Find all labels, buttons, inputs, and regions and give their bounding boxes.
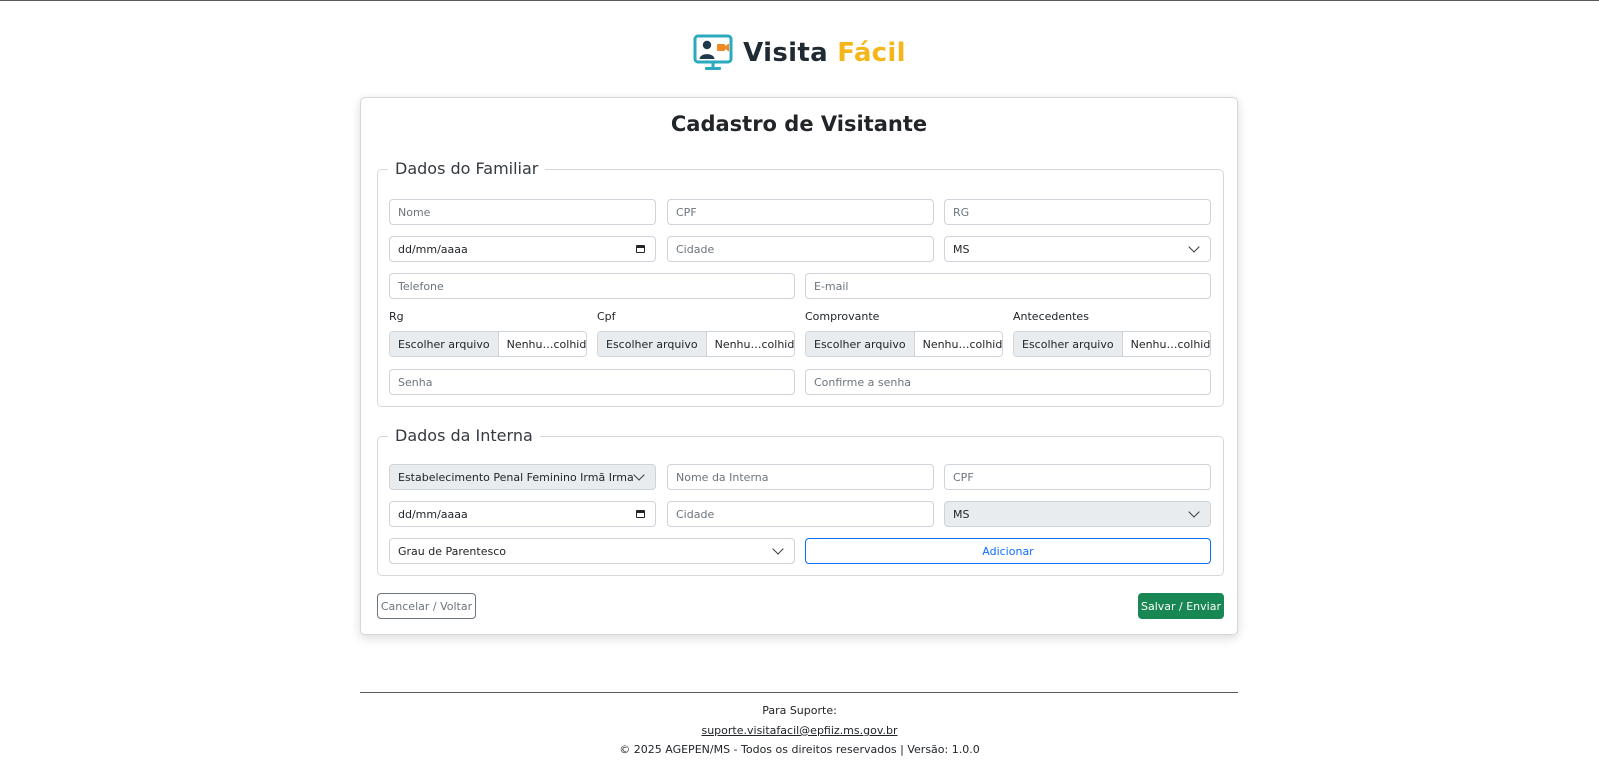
register-card: Cadastro de Visitante Dados do Familiar … [360,97,1238,635]
familiar-birthdate-input[interactable]: dd/mm/aaaa [389,236,656,262]
interna-nome-input[interactable] [667,464,934,490]
app-name-part1: Visita [743,38,828,68]
interna-birthdate-value: dd/mm/aaaa [398,507,468,521]
calendar-icon[interactable] [636,510,645,518]
monitor-user-camera-icon [693,34,733,70]
familiar-birthdate-value: dd/mm/aaaa [398,242,468,256]
interna-parentesco-select[interactable]: Grau de Parentesco [389,538,795,564]
file-antecedentes-status: Nenhu…colhido [1130,337,1210,351]
interna-cidade-input[interactable] [667,501,934,527]
file-comprovante-input[interactable]: Escolher arquivo Nenhu…colhido [805,331,1003,357]
file-comprovante-status: Nenhu…colhido [922,337,1002,351]
file-comprovante-label: Comprovante [805,310,880,323]
app-logo: Visita Fácil [0,34,1599,72]
chevron-down-icon [1188,241,1200,253]
familiar-uf-value: MS [953,242,970,256]
file-rg-status: Nenhu…colhido [506,337,586,351]
familiar-uf-select[interactable]: MS [944,236,1211,262]
chevron-down-icon [1188,506,1200,518]
footer-support-email-row: suporte.visitafacil@epfiiz.ms.gov.br [0,724,1599,737]
interna-uf-value: MS [953,507,970,521]
cancel-button[interactable]: Cancelar / Voltar [377,593,476,619]
file-antecedentes-label: Antecedentes [1013,310,1089,323]
familiar-cpf-input[interactable] [667,199,934,225]
interna-section: Dados da Interna Estabelecimento Penal F… [377,426,1224,576]
interna-section-legend: Dados da Interna [388,426,540,446]
file-comprovante-choose-button[interactable]: Escolher arquivo [806,332,915,356]
familiar-senha-input[interactable] [389,369,795,395]
interna-cpf-input[interactable] [944,464,1211,490]
support-email-link[interactable]: suporte.visitafacil@epfiiz.ms.gov.br [701,724,897,737]
footer-divider [360,692,1238,693]
file-antecedentes-choose-button[interactable]: Escolher arquivo [1014,332,1123,356]
footer-support-label: Para Suporte: [762,704,837,717]
page-title: Cadastro de Visitante [670,112,928,136]
interna-uf-select[interactable]: MS [944,501,1211,527]
chevron-down-icon [633,469,645,481]
chevron-down-icon [772,543,784,555]
app-name: Visita Fácil [743,38,906,68]
familiar-section-legend: Dados do Familiar [388,159,546,179]
familiar-telefone-input[interactable] [389,273,795,299]
save-button[interactable]: Salvar / Enviar [1138,593,1224,619]
add-interna-button[interactable]: Adicionar [805,538,1211,564]
app-name-part2: Fácil [837,38,906,68]
familiar-cidade-input[interactable] [667,236,934,262]
familiar-nome-input[interactable] [389,199,656,225]
file-cpf-input[interactable]: Escolher arquivo Nenhu…colhido [597,331,795,357]
interna-estabelecimento-select[interactable]: Estabelecimento Penal Feminino Irmã Irma… [389,464,656,490]
familiar-confirma-senha-input[interactable] [805,369,1211,395]
file-rg-input[interactable]: Escolher arquivo Nenhu…colhido [389,331,587,357]
footer-copyright: © 2025 AGEPEN/MS - Todos os direitos res… [619,743,980,756]
familiar-section: Dados do Familiar dd/mm/aaaa MS Rg Cpf C… [377,159,1224,407]
calendar-icon[interactable] [636,245,645,253]
interna-birthdate-input[interactable]: dd/mm/aaaa [389,501,656,527]
familiar-email-input[interactable] [805,273,1211,299]
interna-estabelecimento-value: Estabelecimento Penal Feminino Irmã Irma… [398,470,635,484]
file-cpf-choose-button[interactable]: Escolher arquivo [598,332,707,356]
file-rg-choose-button[interactable]: Escolher arquivo [390,332,499,356]
file-cpf-status: Nenhu…colhido [714,337,794,351]
file-rg-label: Rg [389,310,404,323]
familiar-rg-input[interactable] [944,199,1211,225]
file-antecedentes-input[interactable]: Escolher arquivo Nenhu…colhido [1013,331,1211,357]
interna-parentesco-value: Grau de Parentesco [398,544,506,558]
file-cpf-label: Cpf [597,310,616,323]
